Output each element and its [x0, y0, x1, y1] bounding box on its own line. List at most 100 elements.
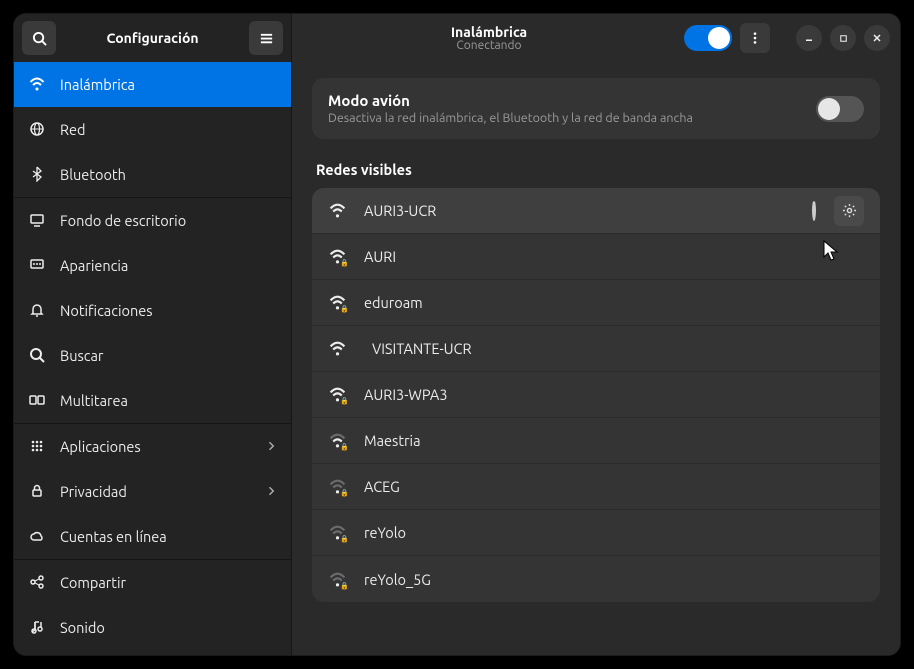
network-settings-button[interactable] [834, 196, 864, 226]
sidebar-item-apps[interactable]: Aplicaciones [14, 424, 291, 469]
apps-icon [28, 438, 46, 454]
settings-window: Configuración Inalámbrica Red Bluetooth Fon… [14, 14, 900, 655]
sidebar-item-label: Notificaciones [60, 302, 153, 319]
sidebar-item-background[interactable]: Fondo de escritorio [14, 198, 291, 243]
network-row[interactable]: VISITANTE-UCR [312, 326, 880, 372]
network-row[interactable]: 🔒AURI [312, 234, 880, 280]
gear-icon [842, 203, 857, 218]
network-row[interactable]: AURI3-UCR [312, 188, 880, 234]
lock-icon [28, 483, 46, 499]
wifi-signal-icon [328, 340, 346, 357]
sidebar-item-label: Apariencia [60, 257, 128, 274]
sidebar: Configuración Inalámbrica Red Bluetooth Fon… [14, 14, 292, 655]
network-name: VISITANTE-UCR [364, 340, 864, 357]
sidebar-item-sound[interactable]: Sonido [14, 605, 291, 650]
network-row[interactable]: 🔒 Maestria [312, 418, 880, 464]
airplane-title: Modo avión [328, 92, 816, 109]
sidebar-item-appearance[interactable]: Apariencia [14, 243, 291, 288]
chevron-right-icon [265, 483, 277, 500]
bluetooth-icon [28, 166, 46, 182]
sidebar-item-label: Compartir [60, 574, 126, 591]
network-name: eduroam [364, 294, 864, 311]
sidebar-item-label: Buscar [60, 347, 103, 364]
network-name: ACEG [364, 478, 864, 495]
sidebar-item-network[interactable]: Red [14, 107, 291, 152]
sidebar-item-privacy[interactable]: Privacidad [14, 469, 291, 514]
network-name: reYolo_5G [364, 571, 864, 588]
sidebar-item-label: Privacidad [60, 483, 127, 500]
sidebar-item-bluetooth[interactable]: Bluetooth [14, 152, 291, 197]
content: Modo avión Desactiva la red inalámbrica,… [292, 62, 900, 655]
appearance-icon [28, 257, 46, 273]
sidebar-item-label: Cuentas en línea [60, 528, 167, 545]
bell-icon [28, 302, 46, 318]
network-row[interactable]: 🔒 ACEG [312, 464, 880, 510]
sidebar-item-label: Fondo de escritorio [60, 212, 186, 229]
dots-vertical-icon [748, 31, 762, 45]
display-icon [28, 212, 46, 228]
connecting-spinner-icon [812, 202, 816, 219]
network-row[interactable]: 🔒 eduroam [312, 280, 880, 326]
network-row[interactable]: 🔒 AURI3-WPA3 [312, 372, 880, 418]
header-title-block: Inalámbrica Conectando [302, 24, 676, 52]
maximize-button[interactable] [830, 25, 856, 51]
wifi-signal-icon: 🔒 [328, 386, 346, 403]
cloud-icon [28, 528, 46, 544]
lock-icon: 🔒 [340, 397, 349, 405]
sidebar-item-multitask[interactable]: Multitarea [14, 378, 291, 423]
wifi-signal-icon: 🔒 [328, 524, 346, 541]
sound-icon [28, 619, 46, 635]
page-subtitle: Conectando [456, 39, 521, 52]
lock-icon: 🔒 [340, 443, 349, 451]
wifi-icon [28, 76, 46, 92]
close-button[interactable] [864, 25, 890, 51]
wifi-signal-icon: 🔒 [328, 294, 346, 311]
multitask-icon [28, 392, 46, 408]
sidebar-item-accounts[interactable]: Cuentas en línea [14, 514, 291, 559]
sidebar-item-share[interactable]: Compartir [14, 560, 291, 605]
minimize-button[interactable] [796, 25, 822, 51]
sidebar-item-label: Bluetooth [60, 166, 126, 183]
sidebar-title: Configuración [64, 30, 241, 46]
network-row[interactable]: 🔒 reYolo_5G [312, 556, 880, 602]
network-name: reYolo [364, 524, 864, 541]
sidebar-item-notifications[interactable]: Notificaciones [14, 288, 291, 333]
network-row[interactable]: 🔒 reYolo [312, 510, 880, 556]
sidebar-item-label: Multitarea [60, 392, 128, 409]
wifi-signal-icon: 🔒 [328, 432, 346, 449]
network-list: AURI3-UCR🔒AURI🔒eduroamVISITANTE-UCR🔒AURI… [312, 188, 880, 602]
lock-icon: 🔒 [340, 535, 349, 543]
network-name: AURI3-UCR [364, 202, 794, 219]
sidebar-item-label: Sonido [60, 619, 105, 636]
chevron-right-icon [265, 438, 277, 455]
wifi-signal-icon: 🔒 [328, 478, 346, 495]
network-name: AURI [364, 248, 864, 265]
menu-button[interactable] [249, 21, 283, 55]
airplane-toggle[interactable] [816, 96, 864, 122]
minimize-icon [803, 32, 815, 44]
wifi-signal-icon [328, 202, 346, 219]
lock-icon: 🔒 [340, 582, 349, 590]
visible-networks-heading: Redes visibles [316, 161, 880, 178]
share-icon [28, 574, 46, 590]
sidebar-header: Configuración [14, 14, 291, 62]
globe-icon [28, 121, 46, 137]
lock-icon: 🔒 [340, 489, 349, 497]
search-icon [28, 347, 46, 363]
network-name: Maestria [364, 432, 864, 449]
kebab-menu-button[interactable] [740, 23, 770, 53]
sidebar-item-wireless[interactable]: Inalámbrica [14, 62, 291, 107]
search-icon [32, 31, 47, 46]
main-header: Inalámbrica Conectando [292, 14, 900, 62]
airplane-mode-row: Modo avión Desactiva la red inalámbrica,… [312, 78, 880, 139]
page-title: Inalámbrica [451, 24, 527, 40]
sidebar-item-search[interactable]: Buscar [14, 333, 291, 378]
wifi-master-toggle[interactable] [684, 25, 732, 51]
menu-icon [259, 31, 274, 46]
sidebar-item-label: Red [60, 121, 86, 138]
search-button[interactable] [22, 21, 56, 55]
network-name: AURI3-WPA3 [364, 386, 864, 403]
airplane-subtitle: Desactiva la red inalámbrica, el Bluetoo… [328, 111, 816, 125]
maximize-icon [838, 33, 849, 44]
sidebar-item-label: Aplicaciones [60, 438, 141, 455]
